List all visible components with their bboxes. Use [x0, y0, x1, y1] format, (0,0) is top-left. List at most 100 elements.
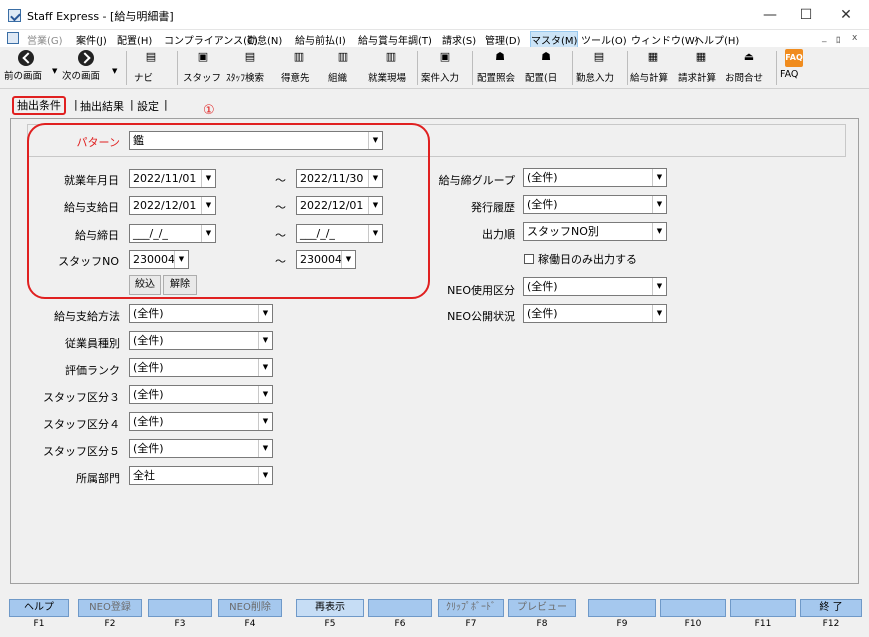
menu-billing[interactable]: 請求(S) — [442, 32, 476, 47]
mdi-close-button[interactable]: x — [852, 33, 857, 43]
f9-button[interactable] — [588, 599, 656, 617]
project-entry-button[interactable]: ▣ 案件入力 — [421, 49, 469, 87]
closing-group-label: 給与締グループ — [438, 174, 515, 187]
f2-neo-register-button[interactable]: NEO登録 — [78, 599, 142, 617]
neo-use-label: NEO使用区分 — [447, 284, 515, 297]
closing-date-to-value: ___/_/_ — [300, 227, 335, 240]
staff-button[interactable]: ▣ スタッフ — [183, 49, 223, 87]
f8-preview-button[interactable]: プレビュー — [508, 599, 576, 617]
faq-button[interactable]: FAQ FAQ — [780, 49, 808, 87]
range-tilde: ～ — [275, 229, 286, 242]
neo-public-label: NEO公開状況 — [447, 310, 515, 323]
staff-search-button[interactable]: ▤ ｽﾀｯﾌ検索 — [226, 49, 274, 87]
menu-advance-pay[interactable]: 給与前払(I) — [295, 32, 346, 47]
billing-calc-button[interactable]: ▦ 請求計算 — [678, 49, 724, 87]
f10-button[interactable] — [660, 599, 726, 617]
pattern-select[interactable]: 鑑 ▼ — [129, 131, 383, 150]
mdi-minimize-button[interactable]: _ — [822, 33, 827, 43]
inquiry-button[interactable]: ⏏ お問合せ — [725, 49, 773, 87]
placement-inquiry-button-label: 配置照会 — [477, 73, 516, 84]
pay-method-select[interactable]: (全件) ▼ — [129, 304, 273, 323]
attendance-entry-button[interactable]: ▤ 勤怠入力 — [576, 49, 622, 87]
employee-type-select[interactable]: (全件) ▼ — [129, 331, 273, 350]
staff-category-5-label: スタッフ区分５ — [43, 445, 120, 458]
issue-history-value: (全件) — [527, 198, 558, 211]
menu-sales[interactable]: 営業(G) — [27, 32, 63, 47]
f7-clipboard-button[interactable]: ｸﾘｯﾌﾟﾎﾞｰﾄﾞ — [438, 599, 504, 617]
f6-key-label: F6 — [394, 619, 406, 629]
payroll-calc-button[interactable]: ▦ 給与計算 — [630, 49, 676, 87]
mdi-restore-button[interactable]: ﾛ — [836, 33, 841, 46]
navi-button[interactable]: ▤ ナビ — [134, 49, 168, 87]
menu-compliance[interactable]: コンプライアンス(C) — [164, 32, 258, 47]
narrow-button[interactable]: 絞込 — [129, 275, 161, 295]
toolbar-separator — [776, 51, 777, 85]
customer-button[interactable]: ▥ 得意先 — [281, 49, 317, 87]
menu-master[interactable]: マスタ(M) — [529, 31, 579, 48]
staff-category-4-select[interactable]: (全件) ▼ — [129, 412, 273, 431]
f4-neo-delete-button[interactable]: NEO削除 — [218, 599, 282, 617]
staff-category-3-select[interactable]: (全件) ▼ — [129, 385, 273, 404]
closing-group-select[interactable]: (全件) ▼ — [523, 168, 667, 187]
work-date-from-input[interactable]: 2022/11/01 ▼ — [129, 169, 216, 188]
closing-date-to-input[interactable]: ___/_/_ ▼ — [296, 224, 383, 243]
forward-button[interactable]: 次の画面 — [62, 49, 110, 87]
neo-use-select[interactable]: (全件) ▼ — [523, 277, 667, 296]
tab-extraction-conditions[interactable]: 抽出条件 — [12, 96, 66, 115]
staff-no-to-input[interactable]: 230004 ▼ — [296, 250, 356, 269]
pay-date-to-input[interactable]: 2022/12/01 ▼ — [296, 196, 383, 215]
chevron-down-icon: ▼ — [258, 467, 272, 484]
department-value: 全社 — [133, 469, 155, 482]
neo-public-select[interactable]: (全件) ▼ — [523, 304, 667, 323]
menu-window[interactable]: ウィンドウ(W) — [631, 32, 699, 47]
f5-refresh-button[interactable]: 再表示 — [296, 599, 364, 617]
f12-key-label: F12 — [822, 619, 840, 629]
maximize-button[interactable]: ☐ — [786, 0, 826, 30]
menu-tools[interactable]: ツール(O) — [581, 32, 627, 47]
menu-payroll[interactable]: 給与賞与年調(T) — [358, 32, 432, 47]
work-date-to-input[interactable]: 2022/11/30 ▼ — [296, 169, 383, 188]
placement-daily-button[interactable]: ☗ 配置(日 — [525, 49, 567, 87]
back-button[interactable]: 前の画面 — [4, 49, 48, 87]
f3-button[interactable] — [148, 599, 212, 617]
tab-extraction-results[interactable]: 抽出結果 — [80, 98, 124, 114]
staff-search-button-label: ｽﾀｯﾌ検索 — [226, 73, 265, 84]
staff-category-5-select[interactable]: (全件) ▼ — [129, 439, 273, 458]
clear-button[interactable]: 解除 — [163, 275, 197, 295]
project-entry-button-label: 案件入力 — [421, 73, 460, 84]
closing-date-from-input[interactable]: ___/_/_ ▼ — [129, 224, 216, 243]
forward-dropdown-icon[interactable]: ▼ — [112, 67, 117, 75]
customer-button-label: 得意先 — [281, 73, 310, 84]
work-days-only-checkbox[interactable] — [524, 254, 534, 264]
f1-help-button[interactable]: ヘルプ — [9, 599, 69, 617]
back-dropdown-icon[interactable]: ▼ — [52, 67, 57, 75]
tab-settings[interactable]: 設定 — [137, 98, 159, 114]
menu-placement[interactable]: 配置(H) — [117, 32, 152, 47]
staff-no-from-input[interactable]: 230004 ▼ — [129, 250, 189, 269]
chevron-down-icon: ▼ — [258, 386, 272, 403]
f6-button[interactable] — [368, 599, 432, 617]
worksite-button[interactable]: ▥ 就業現場 — [368, 49, 414, 87]
tab-separator: | — [130, 98, 134, 111]
menu-help[interactable]: ヘルプ(H) — [694, 32, 739, 47]
menu-admin[interactable]: 管理(D) — [485, 32, 521, 47]
rank-select[interactable]: (全件) ▼ — [129, 358, 273, 377]
chevron-down-icon: ▼ — [258, 305, 272, 322]
department-select[interactable]: 全社 ▼ — [129, 466, 273, 485]
organization-button[interactable]: ▥ 組織 — [328, 49, 358, 87]
issue-history-select[interactable]: (全件) ▼ — [523, 195, 667, 214]
toolbar-separator — [177, 51, 178, 85]
f11-button[interactable] — [730, 599, 796, 617]
close-button[interactable]: ✕ — [826, 0, 866, 30]
neo-use-value: (全件) — [527, 280, 558, 293]
menu-attendance[interactable]: 勤怠(N) — [247, 32, 282, 47]
f12-exit-button[interactable]: 終 了 — [800, 599, 862, 617]
placement-inquiry-button[interactable]: ☗ 配置照会 — [477, 49, 523, 87]
menu-project[interactable]: 案件(J) — [76, 32, 107, 47]
staff-category-3-label: スタッフ区分３ — [43, 391, 120, 404]
minimize-button[interactable]: — — [750, 0, 790, 30]
output-order-select[interactable]: スタッフNO別 ▼ — [523, 222, 667, 241]
placement-daily-button-label: 配置(日 — [525, 73, 558, 84]
pay-date-from-input[interactable]: 2022/12/01 ▼ — [129, 196, 216, 215]
back-arrow-icon — [18, 50, 34, 66]
